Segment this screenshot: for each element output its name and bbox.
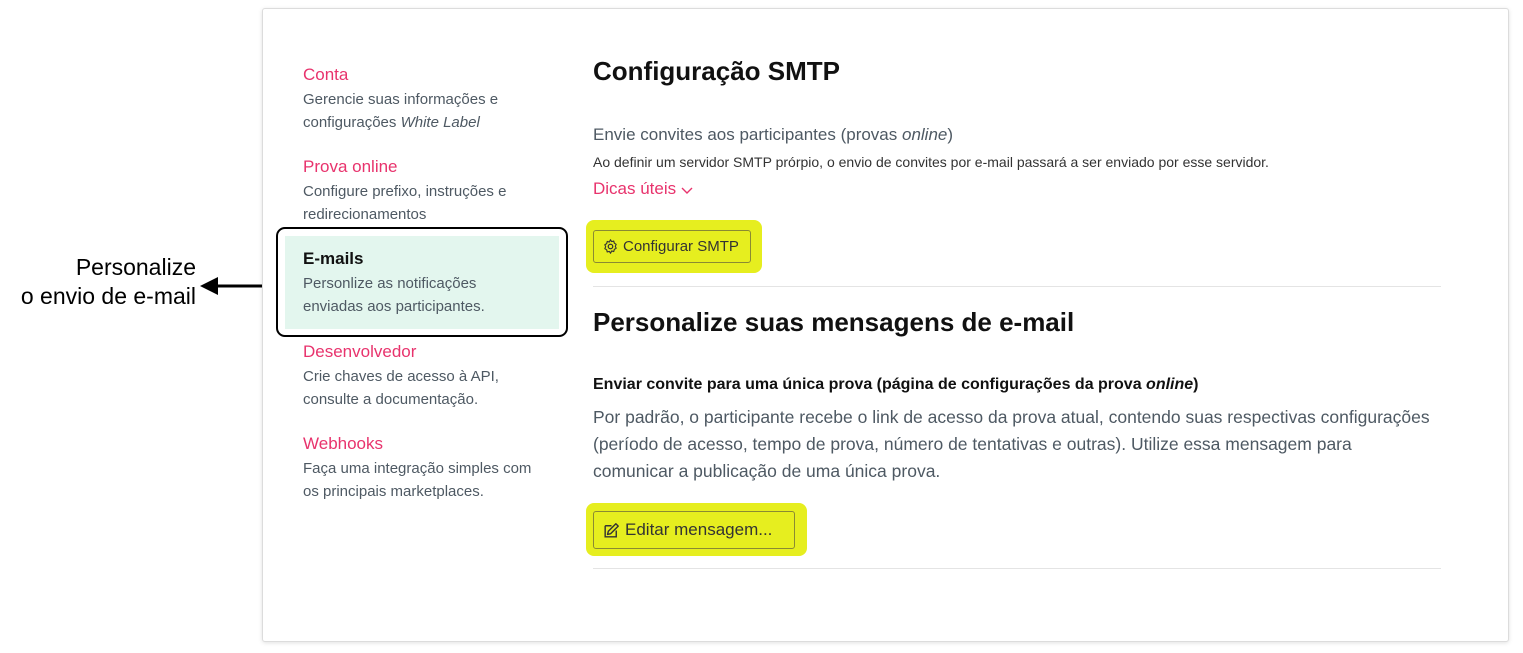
- chevron-down-icon: [681, 187, 693, 194]
- invite-description-line: (período de acesso, tempo de prova, núme…: [593, 434, 1352, 454]
- messages-heading: Personalize suas mensagens de e-mail: [593, 307, 1075, 337]
- sidebar-item-title: Prova online: [303, 157, 398, 176]
- annotation-line-2: o envio de e-mail: [20, 283, 196, 309]
- smtp-heading: Configuração SMTP: [593, 56, 841, 86]
- sidebar-item-desc-line: consulte a documentação.: [303, 391, 479, 408]
- sidebar-item-desc-line: os principais marketplaces.: [303, 483, 484, 500]
- smtp-lead-em: online: [902, 125, 948, 144]
- invite-subheading-text: Enviar convite para uma única prova (pág…: [593, 376, 1147, 393]
- sidebar-item-title: Conta: [303, 65, 349, 84]
- sidebar-item-desc-line: Gerencie suas informações e: [303, 91, 499, 108]
- invite-description: Por padrão, o participante recebe o link…: [593, 404, 1453, 485]
- annotation-highlight-box: [276, 227, 568, 337]
- sidebar-item-desc-em: White Label: [400, 114, 480, 131]
- smtp-lead-end: ): [947, 125, 954, 144]
- sidebar-item-webhooks[interactable]: Webhooks Faça uma integração simples com…: [303, 433, 553, 503]
- annotation-label: Personalize o envio de e-mail: [0, 253, 196, 311]
- section-divider: [593, 568, 1441, 569]
- annotation-line-1: Personalize: [75, 254, 196, 280]
- sidebar-item-desc: Faça uma integração simples com os princ…: [303, 457, 553, 503]
- sidebar-item-conta[interactable]: Conta Gerencie suas informações e config…: [303, 64, 553, 134]
- tips-link[interactable]: Dicas úteis: [593, 179, 693, 199]
- invite-description-line: Por padrão, o participante recebe o link…: [593, 407, 1430, 427]
- edit-message-button[interactable]: Editar mensagem...: [593, 511, 795, 549]
- invite-subheading-em: online: [1146, 376, 1194, 393]
- invite-subheading-end: ): [1193, 376, 1199, 393]
- sidebar-item-title: Desenvolvedor: [303, 342, 417, 361]
- invite-subheading: Enviar convite para uma única prova (pág…: [593, 376, 1198, 394]
- sidebar-item-title: Webhooks: [303, 434, 384, 453]
- edit-message-label: Editar mensagem...: [625, 520, 773, 539]
- sidebar-item-desc-line: Crie chaves de acesso à API,: [303, 368, 499, 385]
- section-divider: [593, 286, 1441, 287]
- sidebar-item-desc: Configure prefixo, instruções e redireci…: [303, 180, 553, 226]
- sidebar-item-prova-online[interactable]: Prova online Configure prefixo, instruçõ…: [303, 156, 553, 226]
- sidebar-item-desc-line: redirecionamentos: [303, 206, 427, 223]
- configure-smtp-button[interactable]: Configurar SMTP: [593, 230, 751, 263]
- configure-smtp-label: Configurar SMTP: [623, 238, 739, 255]
- edit-icon: [604, 522, 619, 538]
- smtp-description: Ao definir um servidor SMTP prórpio, o e…: [593, 154, 1269, 170]
- sidebar-item-desc-line: Faça uma integração simples com: [303, 460, 532, 477]
- smtp-lead-text: Envie convites aos participantes (provas: [593, 125, 902, 144]
- smtp-lead: Envie convites aos participantes (provas…: [593, 125, 953, 145]
- tips-link-label: Dicas úteis: [593, 179, 677, 198]
- sidebar-item-desc-line: configurações: [303, 114, 401, 131]
- sidebar-item-desenvolvedor[interactable]: Desenvolvedor Crie chaves de acesso à AP…: [303, 341, 553, 411]
- invite-description-line: comunicar a publicação de uma única prov…: [593, 461, 941, 481]
- gear-icon: [604, 239, 617, 254]
- sidebar-item-desc-line: Configure prefixo, instruções e: [303, 183, 507, 200]
- sidebar-item-desc: Crie chaves de acesso à API, consulte a …: [303, 365, 553, 411]
- sidebar-item-desc: Gerencie suas informações e configuraçõe…: [303, 88, 553, 134]
